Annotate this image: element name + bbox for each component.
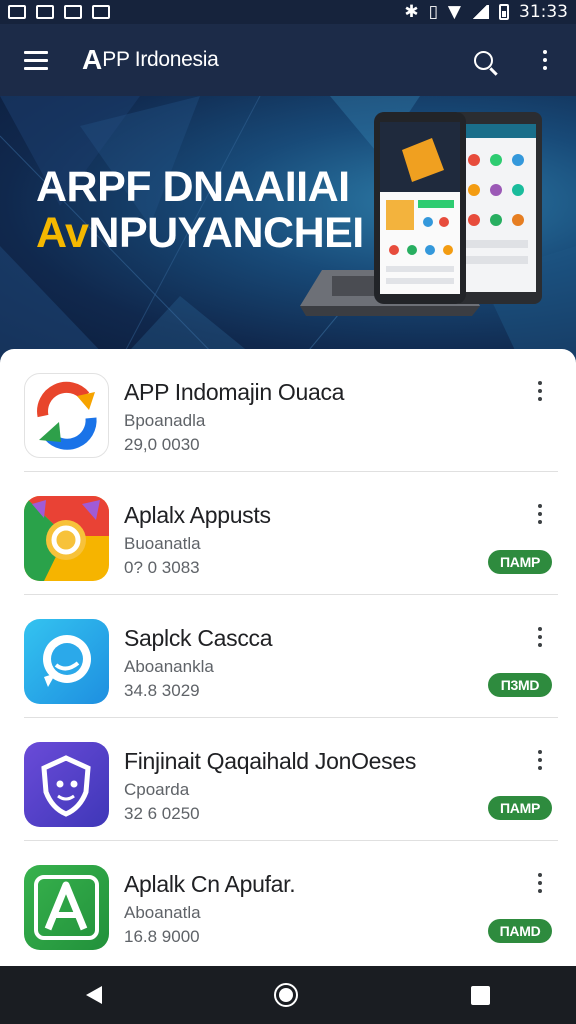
status-bar: ✱ ▯ ▼ 31:33 xyxy=(0,0,576,24)
more-vert-icon[interactable] xyxy=(530,750,550,776)
app-size: 34.8 3029 xyxy=(124,681,200,700)
install-badge[interactable]: Π3MD xyxy=(488,673,552,697)
wifi-icon: ▼ xyxy=(447,2,461,22)
chrome-style-app-icon xyxy=(24,496,109,581)
app-logo: A xyxy=(82,44,102,75)
colorful-refresh-app-icon xyxy=(24,373,109,458)
navigation-bar xyxy=(0,966,576,1024)
notification-icon xyxy=(8,5,26,19)
more-vert-icon[interactable] xyxy=(530,627,550,653)
notification-icon xyxy=(92,5,110,19)
list-item[interactable]: Finjinait Qaqaihald JonOeses Cpoarda 32 … xyxy=(0,718,576,841)
more-vert-icon[interactable] xyxy=(530,381,550,407)
battery-icon xyxy=(499,4,509,20)
app-name: Finjinait Qaqaihald JonOeses xyxy=(124,748,417,774)
vibrate-icon: ▯ xyxy=(428,2,438,22)
install-badge[interactable]: ΠAMD xyxy=(488,919,552,943)
app-size: 0? 0 3083 xyxy=(124,558,200,577)
chat-bubble-app-icon xyxy=(24,619,109,704)
signal-icon xyxy=(471,5,489,19)
list-item[interactable]: Aplalk Cn Apufar. Aboanatla 16.8 9000 ΠA… xyxy=(0,841,576,964)
back-triangle-icon[interactable] xyxy=(86,986,103,1004)
home-circle-icon[interactable] xyxy=(274,983,299,1007)
app-name: Aplalk Cn Apufar. xyxy=(124,871,296,897)
hamburger-menu-icon[interactable] xyxy=(0,24,72,96)
list-item[interactable]: APP Indomajin Ouaca Bpoanadla 29,0 0030 xyxy=(0,349,576,472)
app-subtitle: Aboanatla xyxy=(124,903,201,922)
banner-headline: ARPF DNAAIIAI AvNPUYANCHEI xyxy=(36,164,364,256)
promo-banner[interactable]: ARPF DNAAIIAI AvNPUYANCHEI xyxy=(0,96,576,361)
list-item[interactable]: Saplck Cascca Aboanankla 34.8 3029 Π3MD xyxy=(0,595,576,718)
shield-app-icon xyxy=(24,742,109,827)
app-size: 16.8 9000 xyxy=(124,927,200,946)
status-left-icons xyxy=(8,5,110,19)
app-bar: A PP Irdonesia xyxy=(0,24,576,96)
search-icon xyxy=(473,50,493,70)
banner-line-2: AvNPUYANCHEI xyxy=(36,209,364,257)
more-vert-icon[interactable] xyxy=(530,504,550,530)
status-right-icons: ✱ ▯ ▼ 31:33 xyxy=(404,2,568,22)
bluetooth-icon: ✱ xyxy=(404,2,419,22)
app-subtitle: Aboanankla xyxy=(124,657,214,676)
app-size: 29,0 0030 xyxy=(124,435,200,454)
status-time: 31:33 xyxy=(519,2,568,22)
app-name: APP Indomajin Ouaca xyxy=(124,379,345,405)
app-name: Aplalx Appusts xyxy=(124,502,271,528)
app-size: 32 6 0250 xyxy=(124,804,200,823)
banner-line-1: ARPF DNAAIIAI xyxy=(36,163,350,211)
more-vert-icon[interactable] xyxy=(514,24,576,96)
app-list: APP Indomajin Ouaca Bpoanadla 29,0 0030 … xyxy=(0,349,576,966)
app-subtitle: Bpoanadla xyxy=(124,411,206,430)
letter-a-app-icon xyxy=(24,865,109,950)
phone-illustration xyxy=(374,112,466,304)
recents-square-icon[interactable] xyxy=(470,985,490,1005)
more-vert-icon[interactable] xyxy=(530,873,550,899)
app-subtitle: Buoanatla xyxy=(124,534,201,553)
notification-icon xyxy=(36,5,54,19)
notification-icon xyxy=(64,5,82,19)
app-name: Saplck Cascca xyxy=(124,625,273,651)
app-title: PP Irdonesia xyxy=(102,48,219,71)
install-badge[interactable]: ΠAMP xyxy=(488,550,552,574)
install-badge[interactable]: ΠAMP xyxy=(488,796,552,820)
list-item[interactable]: Aplalx Appusts Buoanatla 0? 0 3083 ΠAMP xyxy=(0,472,576,595)
app-subtitle: Cpoarda xyxy=(124,780,190,799)
search-button[interactable] xyxy=(452,24,514,96)
